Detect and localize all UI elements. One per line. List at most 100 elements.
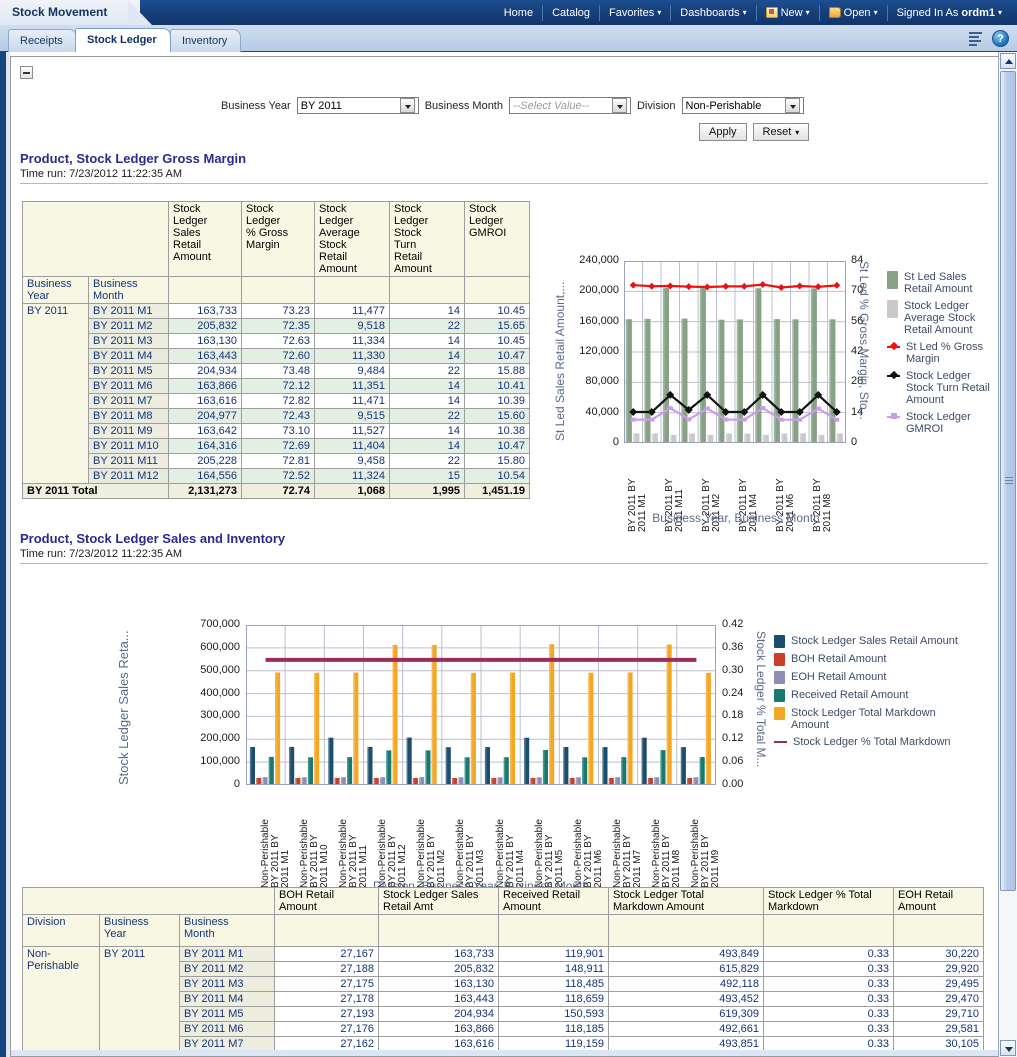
cell-business-month[interactable]: BY 2011 M9 xyxy=(89,424,169,439)
cell-measure: 163,443 xyxy=(169,349,242,364)
cell-business-month[interactable]: BY 2011 M7 xyxy=(89,394,169,409)
cell-measure: 163,616 xyxy=(169,394,242,409)
table-row: BY 2011 M3163,13072.6311,3341410.45 xyxy=(23,334,530,349)
chevron-down-icon[interactable] xyxy=(785,98,800,113)
col-business-month[interactable]: Business Month xyxy=(89,277,169,304)
division-field[interactable] xyxy=(682,97,804,114)
chevron-down-icon: ▾ xyxy=(806,5,810,21)
col-stock-turn-retail[interactable]: Stock Ledger Stock Turn Retail Amount xyxy=(390,202,465,277)
gross-margin-body: BY 2011BY 2011 M1163,73373.2311,4771410.… xyxy=(23,304,530,499)
business-year-field[interactable] xyxy=(297,97,419,114)
nav-dashboards[interactable]: Dashboards▾ xyxy=(671,5,756,21)
scroll-down-button[interactable] xyxy=(1000,1040,1016,1056)
col-received-retail-amount[interactable]: Received Retail Amount xyxy=(499,888,609,915)
cell-business-month[interactable]: BY 2011 M3 xyxy=(180,977,275,992)
cell-measure: 205,832 xyxy=(379,962,499,977)
cell-measure: 163,642 xyxy=(169,424,242,439)
scroll-up-button[interactable] xyxy=(1000,53,1016,69)
cell-business-month[interactable]: BY 2011 M5 xyxy=(89,364,169,379)
legend-line-icon xyxy=(887,341,900,352)
x-tick-label: Non-Perishable BY 2011 BY 2011 M11 xyxy=(339,788,369,888)
cell-business-month[interactable]: BY 2011 M10 xyxy=(89,439,169,454)
nav-new[interactable]: New▾ xyxy=(757,5,820,21)
cell-business-month[interactable]: BY 2011 M2 xyxy=(180,962,275,977)
cell-business-year[interactable]: BY 2011 xyxy=(100,947,180,1052)
col-business-year[interactable]: Business Year xyxy=(100,915,180,947)
cell-measure: 10.54 xyxy=(465,469,530,484)
cell-business-month[interactable]: BY 2011 M8 xyxy=(89,409,169,424)
cell-business-month[interactable]: BY 2011 M3 xyxy=(89,334,169,349)
nav-home[interactable]: Home xyxy=(495,5,543,21)
cell-business-month[interactable]: BY 2011 M12 xyxy=(89,469,169,484)
legend-item[interactable]: EOH Retail Amount xyxy=(774,671,974,684)
division-input[interactable] xyxy=(683,98,785,113)
cell-measure: 72.81 xyxy=(242,454,315,469)
tab-stock-ledger[interactable]: Stock Ledger xyxy=(75,28,171,52)
legend-item[interactable]: Received Retail Amount xyxy=(774,689,974,702)
cell-business-month[interactable]: BY 2011 M5 xyxy=(180,1007,275,1022)
legend-item[interactable]: Stock Ledger Sales Retail Amount xyxy=(774,635,974,648)
help-icon[interactable]: ? xyxy=(992,30,1009,47)
scrollbar-thumb[interactable] xyxy=(1000,71,1016,891)
col-sl-sales-retail-amt[interactable]: Stock Ledger Sales Retail Amt xyxy=(379,888,499,915)
legend-item[interactable]: St Led Sales Retail Amount xyxy=(887,271,991,295)
col-pct-gross-margin[interactable]: Stock Ledger % Gross Margin xyxy=(242,202,315,277)
col-business-month[interactable]: Business Month xyxy=(180,915,275,947)
page-options-icon[interactable] xyxy=(968,30,985,47)
report1-timerun: Time run: 7/23/2012 11:22:35 AM xyxy=(20,168,988,180)
cell-measure: 9,518 xyxy=(315,319,390,334)
legend-item[interactable]: St Led % Gross Margin xyxy=(887,341,991,365)
y-tick-label: 0 xyxy=(567,436,619,448)
legend-swatch-icon xyxy=(774,671,785,684)
cell-business-year[interactable]: BY 2011 xyxy=(23,304,89,484)
vertical-scrollbar[interactable] xyxy=(998,52,1017,1057)
legend-label: Received Retail Amount xyxy=(791,689,908,701)
tab-inventory[interactable]: Inventory xyxy=(170,29,241,52)
cell-business-month[interactable]: BY 2011 M6 xyxy=(180,1022,275,1037)
cell-business-month[interactable]: BY 2011 M4 xyxy=(180,992,275,1007)
cell-business-month[interactable]: BY 2011 M11 xyxy=(89,454,169,469)
reset-button[interactable]: Reset▾ xyxy=(753,123,810,141)
legend-item[interactable]: Stock Ledger Average Stock Retail Amount xyxy=(887,300,991,336)
legend-item[interactable]: Stock Ledger Total Markdown Amount xyxy=(774,707,974,731)
table-row: BY 2011 M2205,83272.359,5182215.65 xyxy=(23,319,530,334)
col-business-year[interactable]: Business Year xyxy=(23,277,89,304)
cell-division[interactable]: Non-Perishable xyxy=(23,947,100,1052)
chart2-y-axis-title: Stock Ledger Sales Reta... xyxy=(116,625,131,785)
signed-in-as[interactable]: Signed In Asordm1▾ xyxy=(888,5,1011,21)
cell-business-month[interactable]: BY 2011 M1 xyxy=(89,304,169,319)
nav-catalog[interactable]: Catalog xyxy=(543,5,600,21)
cell-business-month[interactable]: BY 2011 M2 xyxy=(89,319,169,334)
apply-button[interactable]: Apply xyxy=(699,123,747,141)
tab-receipts[interactable]: Receipts xyxy=(8,29,77,52)
business-month-input[interactable] xyxy=(510,98,612,113)
col-sales-retail-amount[interactable]: Stock Ledger Sales Retail Amount xyxy=(169,202,242,277)
chart1-y2-axis-title: St Led % Gross Margin, Sto... xyxy=(857,261,871,446)
collapse-section-button[interactable] xyxy=(20,66,33,79)
cell-business-month[interactable]: BY 2011 M1 xyxy=(180,947,275,962)
nav-open[interactable]: Open▾ xyxy=(820,5,888,21)
col-avg-stock-retail[interactable]: Stock Ledger Average Stock Retail Amount xyxy=(315,202,390,277)
col-eoh-retail-amount[interactable]: EOH Retail Amount xyxy=(894,888,984,915)
cell-measure: 11,324 xyxy=(315,469,390,484)
legend-item[interactable]: Stock Ledger Stock Turn Retail Amount xyxy=(887,370,991,406)
col-gmroi[interactable]: Stock Ledger GMROI xyxy=(465,202,530,277)
legend-item[interactable]: BOH Retail Amount xyxy=(774,653,974,666)
legend-item[interactable]: Stock Ledger % Total Markdown xyxy=(774,736,974,748)
cell-business-month[interactable]: BY 2011 M4 xyxy=(89,349,169,364)
business-year-input[interactable] xyxy=(298,98,400,113)
cell-business-month[interactable]: BY 2011 M6 xyxy=(89,379,169,394)
spacer xyxy=(242,277,315,304)
chevron-down-icon[interactable] xyxy=(612,98,627,113)
col-sl-total-markdown-amount[interactable]: Stock Ledger Total Markdown Amount xyxy=(609,888,764,915)
y-tick-label: 80,000 xyxy=(567,375,619,387)
col-sl-pct-total-markdown[interactable]: Stock Ledger % Total Markdown xyxy=(764,888,894,915)
legend-item[interactable]: Stock Ledger GMROI xyxy=(887,411,991,435)
cell-measure: 10.47 xyxy=(465,349,530,364)
chevron-down-icon[interactable] xyxy=(400,98,415,113)
legend-swatch-icon xyxy=(887,271,898,289)
nav-favorites[interactable]: Favorites▾ xyxy=(600,5,671,21)
col-division[interactable]: Division xyxy=(23,915,100,947)
business-month-field[interactable] xyxy=(509,97,631,114)
col-boh-retail-amount[interactable]: BOH Retail Amount xyxy=(275,888,379,915)
